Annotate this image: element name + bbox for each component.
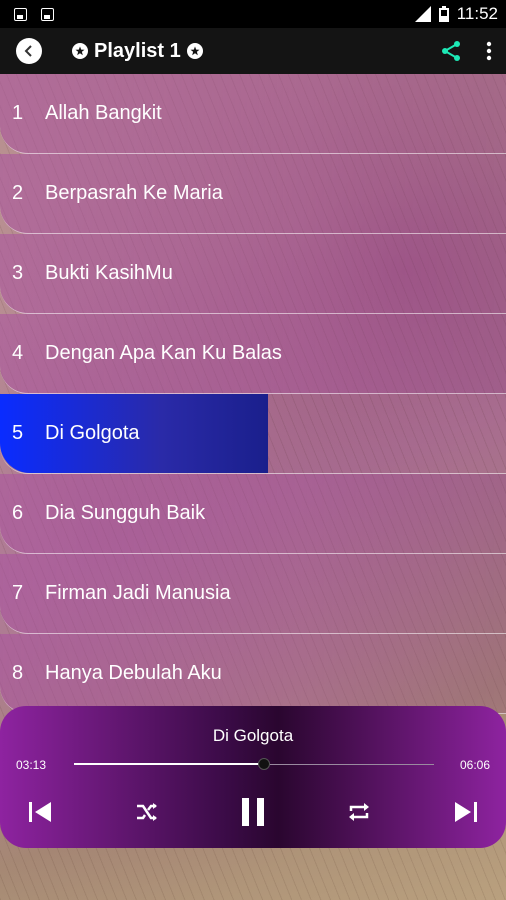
track-number: 8 — [12, 662, 24, 684]
battery-icon — [438, 6, 449, 22]
share-icon[interactable] — [440, 40, 462, 62]
back-button[interactable] — [16, 38, 42, 64]
playlist-item[interactable]: 6 Dia Sungguh Baik — [0, 474, 506, 554]
playlist-item[interactable]: 4 Dengan Apa Kan Ku Balas — [0, 314, 506, 394]
repeat-icon — [349, 803, 369, 821]
signal-icon — [414, 6, 431, 22]
gallery-notification-icon — [14, 7, 27, 21]
shuffle-icon — [137, 803, 157, 821]
track-number: 4 — [12, 342, 24, 364]
now-playing-title: Di Golgota — [212, 726, 294, 745]
track-number: 2 — [12, 182, 24, 204]
image-notification-icon — [41, 7, 54, 21]
page-title: Playlist 1 — [94, 39, 181, 62]
star-icon — [72, 43, 88, 59]
pause-icon — [242, 798, 264, 826]
more-vert-icon[interactable] — [486, 41, 492, 61]
previous-icon — [29, 802, 51, 822]
playlist-item[interactable]: 3 Bukti KasihMu — [0, 234, 506, 314]
star-icon — [186, 43, 203, 59]
track-title: Di Golgota — [45, 422, 140, 444]
duration-time: 06:06 — [459, 758, 490, 772]
track-number: 6 — [12, 502, 24, 524]
track-title: Bukti KasihMu — [45, 262, 173, 284]
player-panel: Di Golgota 03:13 06:06 — [0, 706, 506, 848]
playlist-item[interactable]: 1 Allah Bangkit — [0, 74, 506, 154]
status-bar: 11:52 — [0, 0, 506, 28]
playlist: 1 Allah Bangkit 2 Berpasrah Ke Maria 3 B… — [0, 74, 506, 714]
track-title: Firman Jadi Manusia — [45, 582, 231, 604]
current-time: 03:13 — [16, 758, 47, 772]
playlist-item[interactable]: 7 Firman Jadi Manusia — [0, 554, 506, 634]
seek-thumb[interactable] — [257, 758, 270, 770]
track-title: Allah Bangkit — [45, 102, 162, 124]
playlist-item[interactable]: 2 Berpasrah Ke Maria — [0, 154, 506, 234]
shuffle-button[interactable] — [127, 792, 167, 832]
playlist-item[interactable]: 8 Hanya Debulah Aku — [0, 634, 506, 714]
track-title: Berpasrah Ke Maria — [45, 182, 223, 204]
player-controls — [0, 792, 506, 832]
pause-button[interactable] — [233, 792, 273, 832]
app-bar: Playlist 1 — [0, 28, 506, 74]
back-icon — [24, 45, 32, 57]
status-time: 11:52 — [456, 4, 498, 23]
repeat-button[interactable] — [339, 792, 379, 832]
playlist-item-active[interactable]: 5 Di Golgota — [0, 394, 506, 474]
next-icon — [455, 802, 477, 822]
track-number: 3 — [12, 262, 24, 284]
previous-button[interactable] — [20, 792, 60, 832]
track-number: 7 — [12, 582, 24, 604]
track-title: Dia Sungguh Baik — [45, 502, 206, 524]
next-button[interactable] — [446, 792, 486, 832]
track-number: 1 — [12, 102, 24, 124]
seek-progress — [74, 763, 264, 765]
track-title: Hanya Debulah Aku — [45, 662, 222, 684]
track-title: Dengan Apa Kan Ku Balas — [45, 342, 282, 364]
page-title-group: Playlist 1 — [72, 40, 203, 63]
track-number: 5 — [12, 422, 24, 444]
